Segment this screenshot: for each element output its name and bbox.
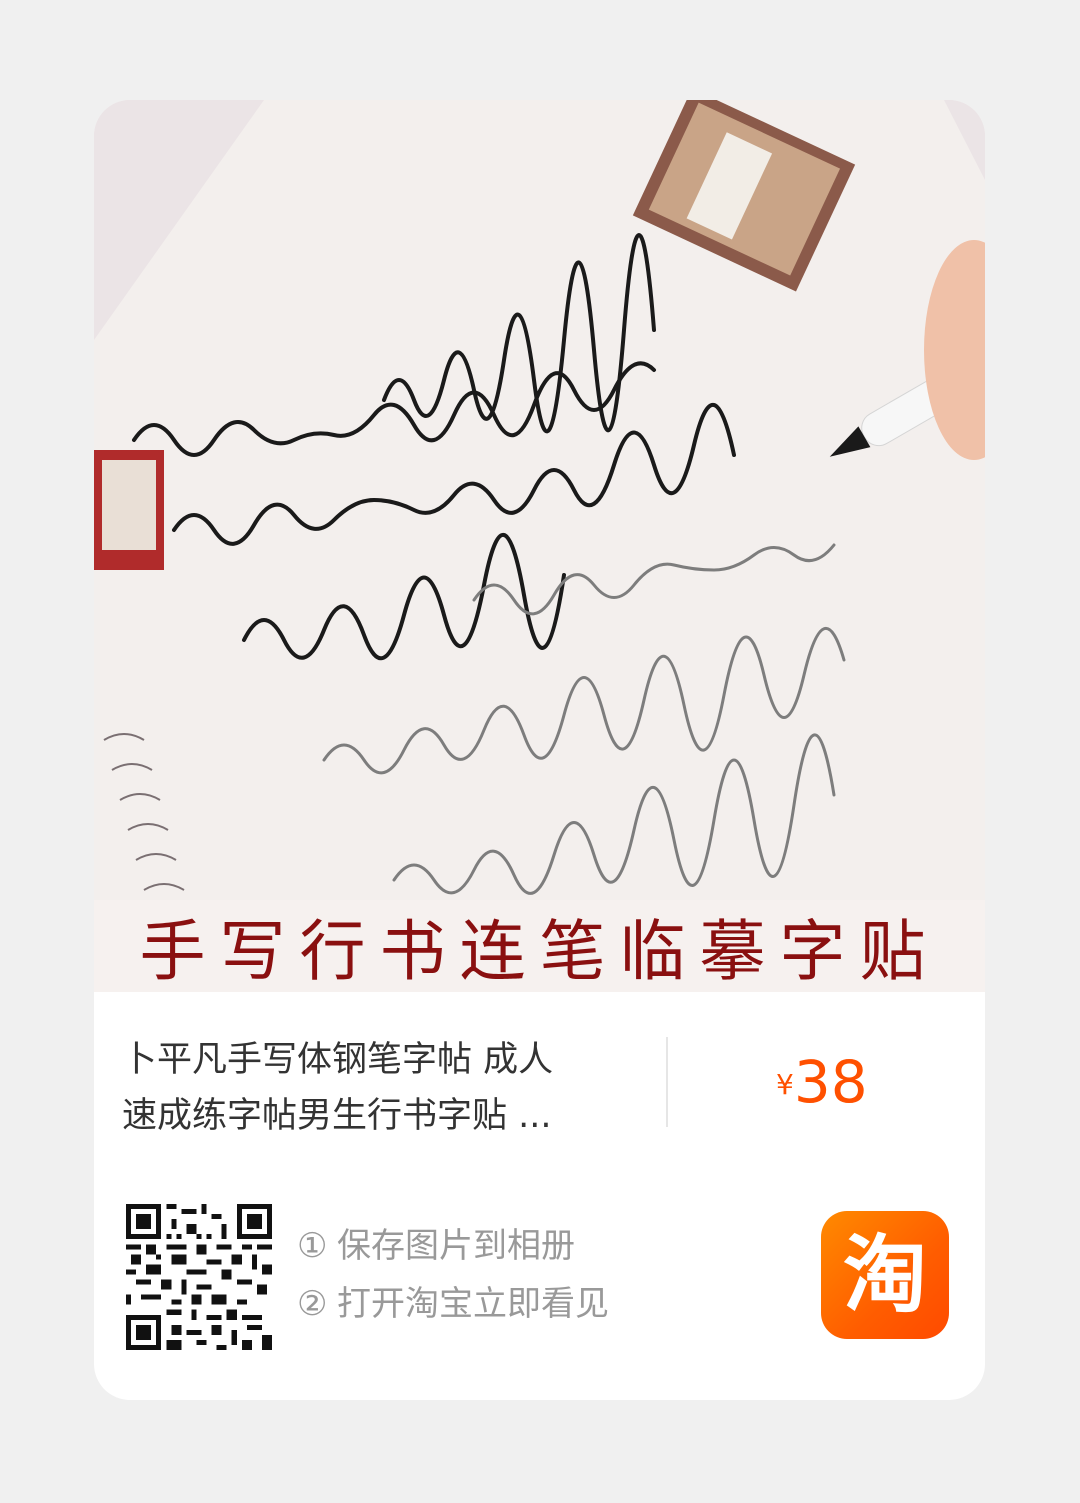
price-currency: ¥	[776, 1068, 794, 1101]
product-title-line2: 速成练字帖男生行书字贴 ...	[122, 1096, 552, 1136]
handwriting-notebook-image	[94, 100, 985, 900]
divider	[666, 1037, 668, 1127]
product-photo	[94, 100, 985, 900]
step-number: ②	[297, 1284, 328, 1324]
step-number: ①	[297, 1226, 328, 1266]
step-text: 保存图片到相册	[337, 1226, 575, 1266]
taobao-logo-icon[interactable]: 淘	[821, 1211, 949, 1339]
step-text: 打开淘宝立即看见	[337, 1284, 609, 1324]
product-title-line1: 卜平凡手写体钢笔字帖 成人	[122, 1040, 554, 1080]
step-save-image: ① 保存图片到相册	[297, 1217, 609, 1275]
step-open-taobao: ② 打开淘宝立即看见	[297, 1275, 609, 1333]
price-amount: 38	[793, 1048, 868, 1116]
taobao-logo-char: 淘	[842, 1226, 927, 1324]
banner-text: 手写行书连笔临摹字贴	[139, 913, 940, 990]
qr-code[interactable]	[126, 1204, 272, 1350]
price: ¥38	[776, 1048, 868, 1116]
product-share-card: 手写行书连笔临摹字贴 卜平凡手写体钢笔字帖 成人 速成练字帖男生行书字贴 ...…	[94, 100, 985, 1400]
banner: 手写行书连笔临摹字贴	[94, 900, 985, 992]
instructions: ① 保存图片到相册 ② 打开淘宝立即看见	[297, 1217, 609, 1333]
product-title[interactable]: 卜平凡手写体钢笔字帖 成人 速成练字帖男生行书字贴 ...	[122, 1032, 622, 1144]
